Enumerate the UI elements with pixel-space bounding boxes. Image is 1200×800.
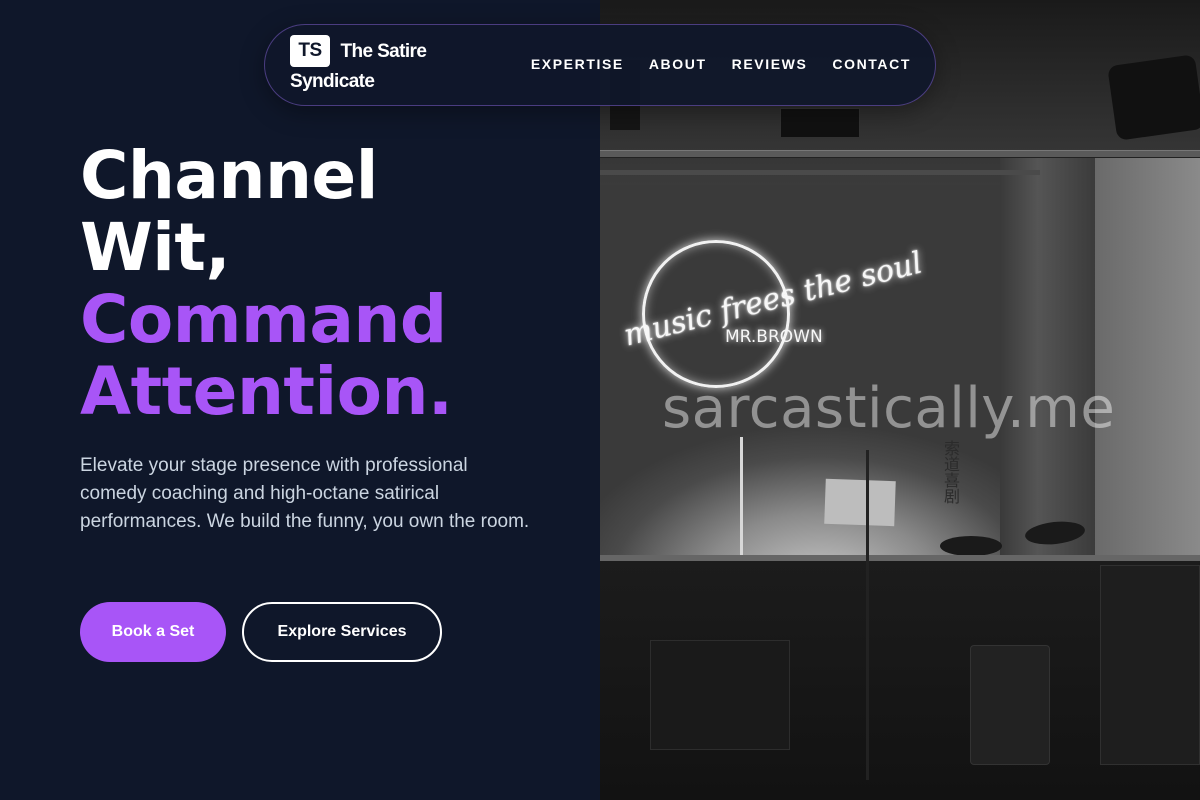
watermark: sarcastically.me [662, 376, 1116, 441]
nav-link-about[interactable]: ABOUT [649, 56, 707, 72]
photo-hanging-banner: 索道喜剧 [941, 440, 960, 504]
hero-title-line2: Wit, [80, 209, 231, 286]
brand-name-line2: Syndicate [290, 71, 375, 92]
brand-logo[interactable]: TS The Satire Syndicate [290, 35, 460, 96]
explore-services-button[interactable]: Explore Services [242, 602, 442, 662]
photo-stage-edge [600, 555, 1200, 561]
nav-link-reviews[interactable]: REVIEWS [732, 56, 808, 72]
photo-mic-stand [866, 450, 869, 780]
photo-pipe-lower [600, 170, 1040, 175]
nav-link-expertise[interactable]: EXPERTISE [531, 56, 624, 72]
photo-ceiling-box [780, 108, 860, 138]
photo-drum [970, 645, 1050, 765]
photo-amplifier [650, 640, 790, 750]
hero-title: Channel Wit, Command Attention. [80, 140, 580, 428]
hero-title-line1: Channel [80, 137, 378, 214]
nav-link-contact[interactable]: CONTACT [832, 56, 911, 72]
hero-title-line4: Attention. [80, 353, 453, 430]
photo-speaker-cabinet [1100, 565, 1200, 765]
neon-sign-subtitle: MR.BROWN [725, 327, 823, 347]
nav-links: EXPERTISE ABOUT REVIEWS CONTACT [531, 56, 911, 72]
hero-description: Elevate your stage presence with profess… [80, 455, 530, 532]
photo-side-wall [1095, 150, 1200, 570]
photo-pillar [1000, 150, 1095, 570]
brand-mark: TS [290, 35, 330, 67]
brand-name-line1: The Satire [340, 40, 427, 62]
hero-photo: music frees the soul MR.BROWN 索道喜剧 sarca… [600, 0, 1200, 800]
book-a-set-button[interactable]: Book a Set [80, 602, 226, 662]
photo-cymbal [940, 536, 1002, 556]
photo-speaker [1107, 54, 1200, 141]
hero-title-line3: Command [80, 281, 447, 358]
photo-pipe [600, 150, 1200, 158]
navbar: TS The Satire Syndicate EXPERTISE ABOUT … [264, 24, 936, 106]
photo-sign-board [824, 478, 896, 527]
